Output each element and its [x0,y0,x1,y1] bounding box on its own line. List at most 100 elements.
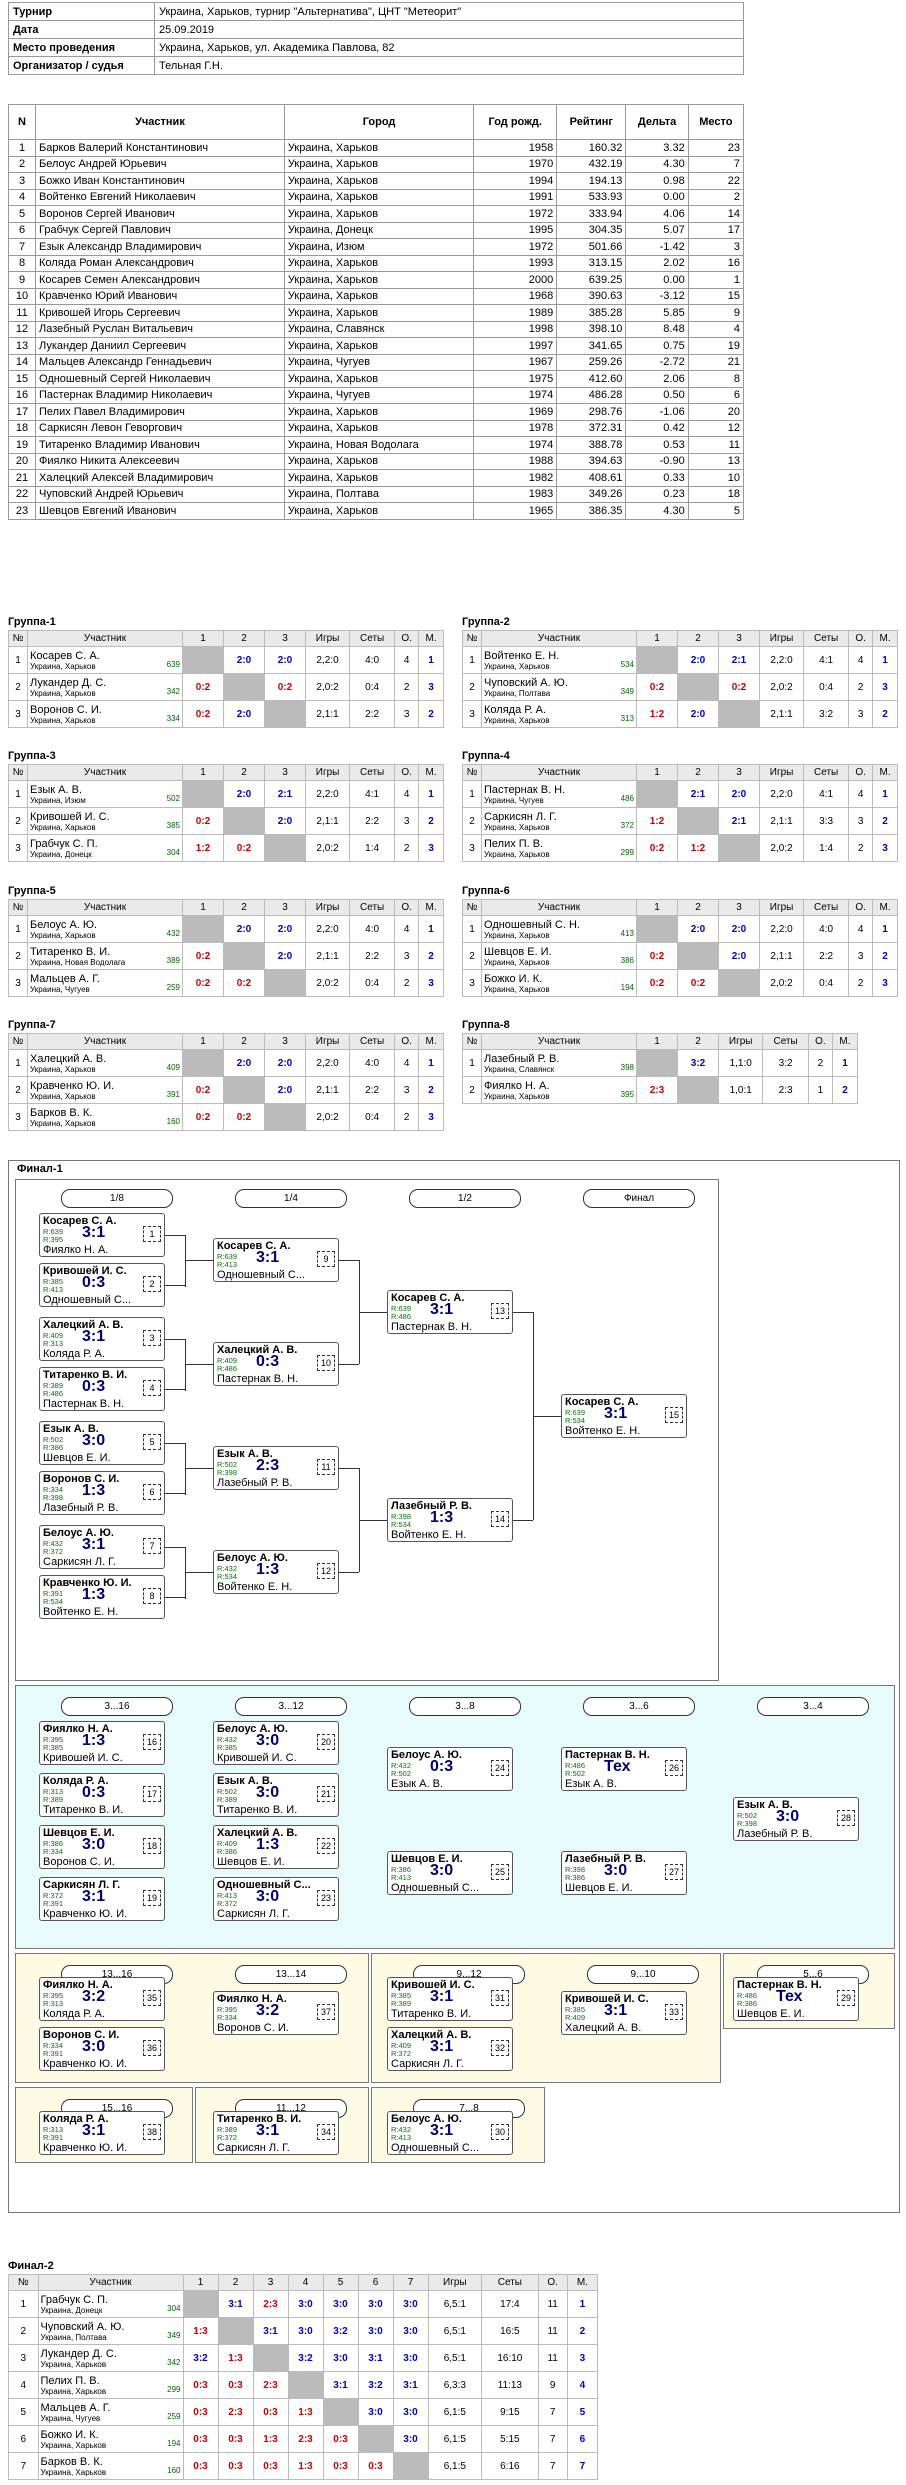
participant-rating: 534 [620,659,634,669]
group-sets-cell: 3:3 [803,807,850,835]
match-score: 1:3 [256,1561,280,1578]
group-m-cell: 3 [872,834,898,862]
group-result-cell [677,673,719,701]
match-player-b: Саркисян Л. Г. [43,1556,116,1568]
players-cell: 20 [687,403,745,421]
group-row-number: 3 [462,969,482,997]
match-score: 3:1 [430,1988,454,2005]
group-games-cell: 1,1:0 [717,1049,764,1077]
bracket-connector [513,1520,533,1521]
group-sets-cell: 2:3 [762,1076,809,1104]
group-column-header: 3 [718,630,760,647]
players-cell: 194.13 [556,172,627,190]
group-result-cell [264,834,306,862]
players-row: 5 Воронов Сергей Иванович Украина, Харьков… [8,205,745,223]
group-participant: Саркисян Л. Г. Украина, Харьков 372 [481,807,637,835]
bracket-connector [339,1572,359,1573]
info-value: Тельная Г.Н. [154,56,744,75]
group-column-header: О. [848,764,874,781]
final-2-o-cell: 7 [537,2398,568,2426]
match-player-b: Коляда Р. А. [43,2008,106,2020]
final-2-result-cell: 0:3 [182,2452,219,2480]
group-sets-cell: 2:2 [349,807,396,835]
group-column-header: № [8,630,28,647]
match-score: 3:0 [82,2038,106,2055]
bracket-match: Кривошей И. С. R:385 R:409 Халецкий А. В. 3:… [561,1991,687,2035]
final-2-games-cell: 6,1:5 [427,2452,483,2480]
bracket-connector [185,1547,186,1599]
group-title: Группа-5 [8,885,56,897]
group-column-header: 3 [264,899,306,916]
final-2-sets-cell: 16:5 [481,2317,539,2345]
match-number: 26 [665,1760,683,1776]
match-rating-b: R:502 [391,1769,412,1778]
bracket-match: Шевцов Е. И. R:386 R:334 Воронов С. И. 3:0 18 [39,1825,165,1869]
group-sets-cell: 1:4 [803,834,850,862]
final-2-result-cell: 3:0 [392,2344,429,2372]
match-rating-b: R:372 [391,2049,412,2058]
group-table: № Участник 1 2 3 Игры Сеты О. М. 1 Пастернак В. Н.… [462,764,898,862]
match-score: 3:1 [82,2122,106,2139]
group-column-header: № [462,1033,482,1050]
group-games-cell: 1,0:1 [717,1076,764,1104]
match-rating-b: R:386 [737,1999,758,2008]
group-column-header: М. [418,630,444,647]
participant-city-text: Украина, Харьков [30,822,96,832]
group-table: № Участник 1 2 3 Игры Сеты О. М. 1 Косарев С. А. Ук… [8,630,444,728]
group-result-cell: 1:2 [636,700,678,728]
group-o-cell: 4 [848,915,874,943]
match-number: 33 [665,2004,683,2020]
match-player-b: Войтенко Е. Н. [391,1529,467,1541]
participant-name: Лукандер Д. С. [40,2347,117,2360]
match-number: 8 [143,1588,161,1604]
group-participant: Чуповский А. Ю. Украина, Полтава 349 [481,673,637,701]
bracket-connector [185,1572,213,1573]
group-column-header: № [462,630,482,647]
final-2-result-cell: 3:2 [287,2344,324,2372]
match-rating-b: R:391 [43,2049,64,2058]
match-player-b: Лазебный Р. В. [217,1477,293,1489]
players-cell: 1 [8,139,36,157]
final-2-result-cell: 3:2 [182,2344,219,2372]
bracket-match: Халецкий А. В. R:409 R:386 Шевцов Е. И. 1:3 2… [213,1825,339,1869]
final-2-result-cell [322,2398,359,2426]
participant-city: Украина, Харьков 372 [484,821,634,832]
bracket-match: Лазебный Р. В. R:398 R:386 Шевцов Е. И. 3:0 2… [561,1851,687,1895]
final-2-result-cell: 3:0 [287,2290,324,2318]
match-score: 3:2 [256,2002,280,2019]
round-header: 13...14 [235,1965,347,1984]
final-2-games-cell: 6,1:5 [427,2425,483,2453]
final-2-column-header: 2 [217,2274,254,2291]
group-result-cell: 0:2 [636,942,678,970]
participant-rating: 639 [166,659,180,669]
match-rating-b: R:385 [217,1743,238,1752]
final-2-result-cell [357,2425,394,2453]
group-result-cell: 2:0 [264,1076,306,1104]
group-sets-cell: 4:0 [349,915,396,943]
participant-city: Украина, Харьков 334 [30,714,180,725]
group-sets-cell: 4:0 [349,646,396,674]
players-cell: 10 [8,287,36,305]
group-games-cell: 2,2:0 [758,780,805,808]
final-2-o-cell: 11 [537,2290,568,2318]
group-row-number: 2 [8,673,28,701]
match-player-b: Одношевный С... [391,2142,480,2154]
match-player-b: Саркисян Л. Г. [391,2058,464,2070]
final-2-participant: Лукандер Д. С. Украина, Харьков 342 [37,2344,184,2372]
group-m-cell: 3 [418,1103,444,1131]
match-number: 35 [143,1990,161,2006]
match-player-b: Войтенко Е. Н. [43,1606,119,1618]
bracket-connector [165,1597,185,1598]
group-m-cell: 1 [418,780,444,808]
group-column-header: Участник [481,764,637,781]
group-result-cell [182,915,224,943]
players-cell: 3 [687,238,745,256]
players-column-header: Рейтинг [556,104,627,140]
bracket-match: Фиялко Н. А. R:395 R:334 Воронов С. И. 3:2 37 [213,1991,339,2035]
final-2-section: Финал-2 № Участник 1 2 3 4 5 6 7 Игры Сеты О. М. 1 Гр… [8,2258,599,2480]
participant-city: Украина, Харьков 342 [30,687,180,698]
final-2-column-header: 6 [357,2274,394,2291]
match-score: 3:1 [430,2122,454,2139]
final-2-row-number: 4 [8,2371,39,2399]
players-cell: 6 [687,386,745,404]
